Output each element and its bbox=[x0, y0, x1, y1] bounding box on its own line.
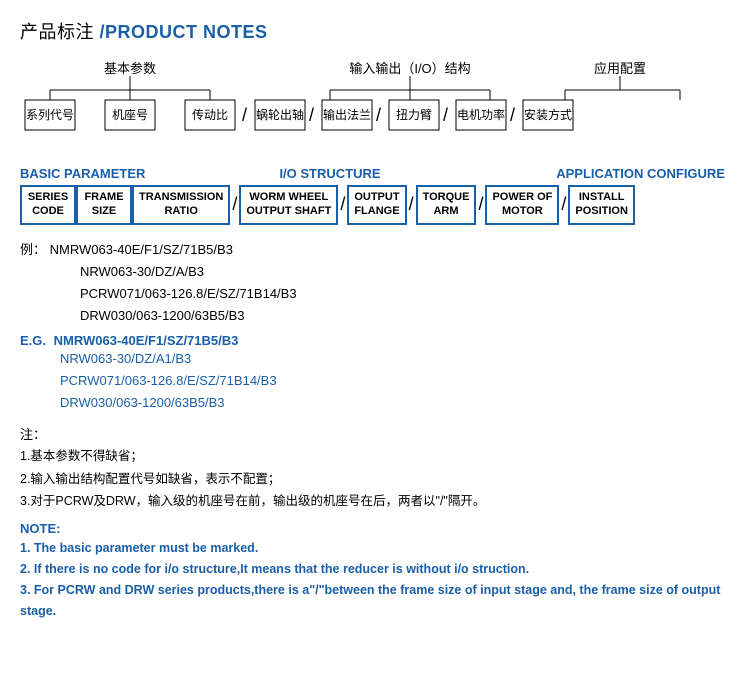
en-box-install-position: INSTALLPOSITION bbox=[568, 185, 635, 225]
en-box-worm-wheel: WORM WHEELOUTPUT SHAFT bbox=[239, 185, 338, 225]
example-line-3: DRW030/063-1200/63B5/B3 bbox=[20, 305, 730, 327]
note-en-line-3: 3. For PCRW and DRW series products,ther… bbox=[20, 580, 730, 623]
svg-text:/: / bbox=[309, 105, 314, 125]
svg-text:安装方式: 安装方式 bbox=[524, 107, 572, 122]
note-cn-line-1: 1.基本参数不得缺省； bbox=[20, 445, 730, 468]
note-en-title: NOTE: bbox=[20, 521, 730, 536]
notes-en-section: NOTE: 1. The basic parameter must be mar… bbox=[20, 521, 730, 623]
en-box-output-flange: OUTPUTFLANGE bbox=[347, 185, 406, 225]
en-boxes-row: SERIESCODE FRAMESIZE TRANSMISSIONRATIO /… bbox=[20, 185, 730, 225]
en-box-transmission-ratio: TRANSMISSIONRATIO bbox=[132, 185, 230, 225]
en-box-torque-arm: TORQUEARM bbox=[416, 185, 477, 225]
slash-3: / bbox=[407, 185, 416, 225]
note-cn-line-3: 3.对于PCRW及DRW，输入级的机座号在前，输出级的机座号在后，两者以"/"隔… bbox=[20, 490, 730, 513]
en-box-frame-size: FRAMESIZE bbox=[76, 185, 132, 225]
example-label-en: E.G. NMRW063-40E/F1/SZ/71B5/B3 bbox=[20, 333, 238, 348]
svg-text:机座号: 机座号 bbox=[112, 107, 148, 122]
note-en-line-2: 2. If there is no code for i/o structure… bbox=[20, 559, 730, 580]
svg-text:/: / bbox=[242, 105, 247, 125]
svg-text:扭力臂: 扭力臂 bbox=[396, 108, 432, 122]
en-box-power-motor: POWER OFMOTOR bbox=[485, 185, 559, 225]
example-label-cn: 例： NMRW063-40E/F1/SZ/71B5/B3 bbox=[20, 239, 730, 258]
en-label-io: I/O STRUCTURE bbox=[279, 166, 380, 181]
svg-text:电机功率: 电机功率 bbox=[457, 107, 505, 122]
example-en-line-2: PCRW071/063-126.8/E/SZ/71B14/B3 bbox=[20, 370, 730, 392]
slash-2: / bbox=[338, 185, 347, 225]
slash-4: / bbox=[476, 185, 485, 225]
cn-diagram: 基本参数 输入输出（I/O）结构 应用配置 系列代号 机座号 传动比 / 蜗轮出… bbox=[20, 58, 730, 148]
en-label-basic: BASIC PARAMETER bbox=[20, 166, 145, 181]
en-label-app: APPLICATION CONFIGURE bbox=[556, 166, 725, 181]
example-en-line-3: DRW030/063-1200/63B5/B3 bbox=[20, 392, 730, 414]
svg-text:输出法兰: 输出法兰 bbox=[323, 107, 371, 122]
page-title: 产品标注 /PRODUCT NOTES bbox=[20, 18, 730, 44]
svg-text:/: / bbox=[376, 105, 381, 125]
svg-text:/: / bbox=[443, 105, 448, 125]
svg-text:基本参数: 基本参数 bbox=[104, 61, 156, 76]
note-cn-line-2: 2.输入输出结构配置代号如缺省，表示不配置； bbox=[20, 468, 730, 491]
example-line-1: NRW063-30/DZ/A/B3 bbox=[20, 261, 730, 283]
note-cn-title: 注： bbox=[20, 424, 730, 443]
svg-text:输入输出（I/O）结构: 输入输出（I/O）结构 bbox=[349, 61, 470, 76]
svg-text:蜗轮出轴: 蜗轮出轴 bbox=[256, 107, 304, 122]
example-en-line-1: NRW063-30/DZ/A1/B3 bbox=[20, 348, 730, 370]
en-section-labels: BASIC PARAMETER I/O STRUCTURE APPLICATIO… bbox=[20, 166, 730, 181]
title-cn: 产品标注 bbox=[20, 22, 94, 42]
slash-5: / bbox=[559, 185, 568, 225]
slash-1: / bbox=[230, 185, 239, 225]
svg-text:系列代号: 系列代号 bbox=[26, 108, 74, 122]
cn-tree-svg: 基本参数 输入输出（I/O）结构 应用配置 系列代号 机座号 传动比 / 蜗轮出… bbox=[20, 58, 730, 148]
notes-cn-section: 注： 1.基本参数不得缺省； 2.输入输出结构配置代号如缺省，表示不配置； 3.… bbox=[20, 424, 730, 513]
en-diagram: BASIC PARAMETER I/O STRUCTURE APPLICATIO… bbox=[20, 166, 730, 225]
svg-text:/: / bbox=[510, 105, 515, 125]
svg-text:传动比: 传动比 bbox=[192, 107, 228, 122]
examples-section: 例： NMRW063-40E/F1/SZ/71B5/B3 NRW063-30/D… bbox=[20, 239, 730, 415]
title-en: /PRODUCT NOTES bbox=[100, 22, 268, 42]
example-line-2: PCRW071/063-126.8/E/SZ/71B14/B3 bbox=[20, 283, 730, 305]
svg-text:应用配置: 应用配置 bbox=[594, 61, 646, 76]
en-box-series-code: SERIESCODE bbox=[20, 185, 76, 225]
note-en-line-1: 1. The basic parameter must be marked. bbox=[20, 538, 730, 559]
